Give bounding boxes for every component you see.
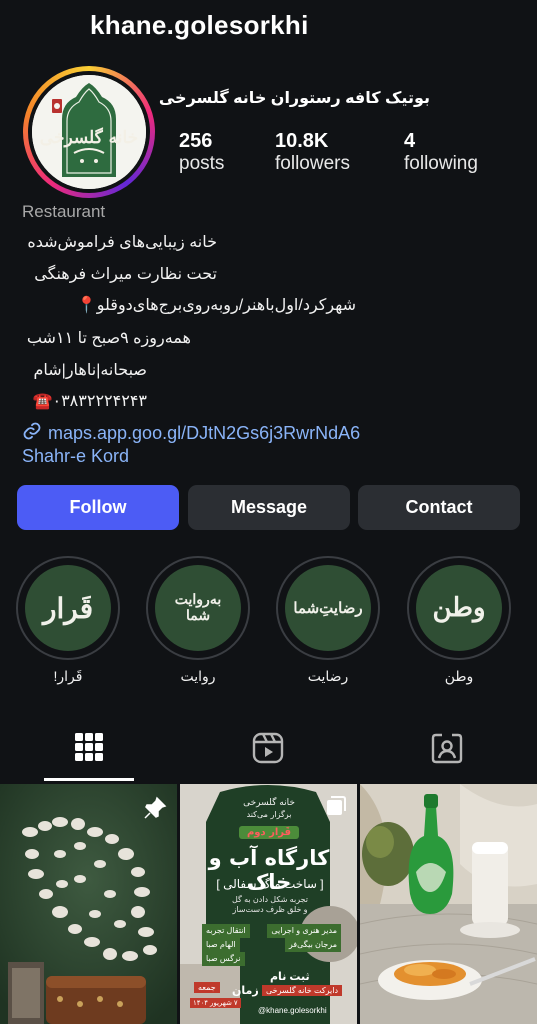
bio-line: ۰۳۸۳۲۲۲۴۲۴۳☎️	[32, 393, 147, 410]
highlight-label: وطن	[444, 668, 474, 684]
following-label: following	[404, 153, 478, 174]
profile-location[interactable]: Shahr-e Kord	[22, 446, 129, 467]
following-stat[interactable]: 4 following	[404, 130, 478, 175]
highlight-cover: وطن	[407, 556, 511, 660]
tab-posts-grid[interactable]	[74, 732, 104, 767]
followers-stat[interactable]: 10.8K followers	[275, 130, 350, 175]
highlight-qarar[interactable]: قَرار قَرار!	[16, 556, 120, 685]
posts-count: 256	[179, 130, 213, 152]
highlight-vatan[interactable]: وطن وطن	[407, 556, 511, 685]
profile-link-text: maps.app.goo.gl/DJtN2Gs6j3RwrNdA6	[48, 423, 361, 443]
profile-full-name: بوتیک کافه رستوران خانه گلسرخی	[158, 90, 430, 107]
tab-tagged[interactable]	[431, 732, 463, 769]
svg-text:خانه گلسرخی: خانه گلسرخی	[40, 127, 138, 148]
profile-username: khane.golesorkhi	[90, 10, 309, 40]
multi-post-icon	[325, 795, 347, 822]
link-icon	[22, 421, 42, 446]
grid-post[interactable]	[360, 784, 537, 1024]
post-caption-overlay: خانه گلسرخی برگزار می‌کند قَرار دوم	[214, 798, 324, 839]
posts-stat[interactable]: 256 posts	[179, 130, 224, 175]
message-button[interactable]: Message	[188, 485, 350, 530]
highlight-label: روایت	[180, 668, 216, 684]
restaurant-logo: خانه گلسرخی	[32, 75, 146, 189]
bio-line: همه‌روزه ۹صبح تا ۱۱شب	[26, 330, 191, 347]
profile-link[interactable]: maps.app.goo.gl/DJtN2Gs6j3RwrNdA6	[22, 421, 360, 446]
highlight-cover: قَرار	[16, 556, 120, 660]
tagged-person-icon	[431, 733, 463, 764]
highlight-label: قَرار!	[53, 668, 83, 684]
highlight-label: رضایت	[307, 668, 349, 684]
bio-line: شهرکرد/اول‌باهنر/روبه‌روی‌برج‌های‌دوقلو📍	[76, 297, 356, 314]
follow-button[interactable]: Follow	[17, 485, 179, 530]
tab-reels[interactable]	[252, 732, 284, 769]
bio-line: خانه زیبایی‌های فراموش‌شده	[27, 234, 217, 251]
following-count: 4	[404, 130, 416, 152]
pin-icon	[143, 796, 167, 825]
post-subtitle: [ ساخت ماگ سفالی ]	[216, 877, 324, 891]
grid-icon	[75, 733, 103, 761]
highlight-cover: به‌روایت شما	[146, 556, 250, 660]
active-tab-indicator	[44, 778, 134, 781]
grid-post[interactable]	[0, 784, 177, 1024]
profile-category: Restaurant	[22, 202, 106, 221]
profile-tab-bar	[0, 708, 537, 784]
bio-line: تحت نظارت میراث فرهنگی	[34, 266, 217, 283]
contact-button[interactable]: Contact	[358, 485, 520, 530]
avatar[interactable]: خانه گلسرخی	[32, 75, 146, 189]
grid-post[interactable]: خانه گلسرخی برگزار می‌کند قَرار دوم کارگ…	[180, 784, 357, 1024]
followers-label: followers	[275, 153, 350, 174]
reels-icon	[252, 732, 284, 764]
highlight-revayat[interactable]: به‌روایت شما روایت	[146, 556, 250, 685]
followers-count: 10.8K	[275, 130, 329, 152]
bio-line: صبحانه|ناهار|شام	[33, 362, 147, 379]
highlight-cover: رضایتِ‌شما	[276, 556, 380, 660]
post-image	[360, 784, 537, 1024]
highlight-rezayat[interactable]: رضایتِ‌شما رضایت	[276, 556, 380, 685]
posts-label: posts	[179, 153, 225, 174]
